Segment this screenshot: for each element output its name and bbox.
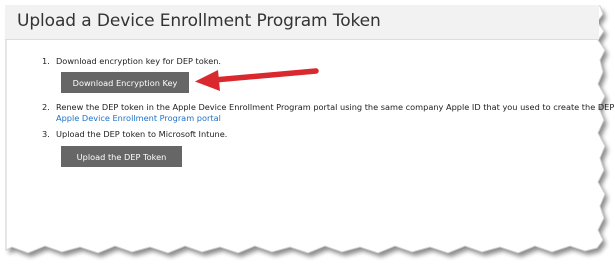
panel-header: Upload a Device Enrollment Program Token <box>5 5 599 40</box>
upload-dep-token-button[interactable]: Upload the DEP Token <box>61 146 182 167</box>
step-1-number: 1. <box>42 56 50 66</box>
step-2-number: 2. <box>42 102 50 112</box>
red-arrow-icon <box>195 68 319 91</box>
download-encryption-key-button[interactable]: Download Encryption Key <box>61 72 189 93</box>
apple-dep-portal-link[interactable]: Apple Device Enrollment Program portal <box>56 113 221 123</box>
step-3-text: Upload the DEP token to Microsoft Intune… <box>56 129 228 139</box>
dep-token-panel: Upload a Device Enrollment Program Token… <box>5 5 615 247</box>
page-title: Upload a Device Enrollment Program Token <box>17 11 381 31</box>
step-2-text: Renew the DEP token in the Apple Device … <box>56 102 615 112</box>
step-3-number: 3. <box>42 129 50 139</box>
